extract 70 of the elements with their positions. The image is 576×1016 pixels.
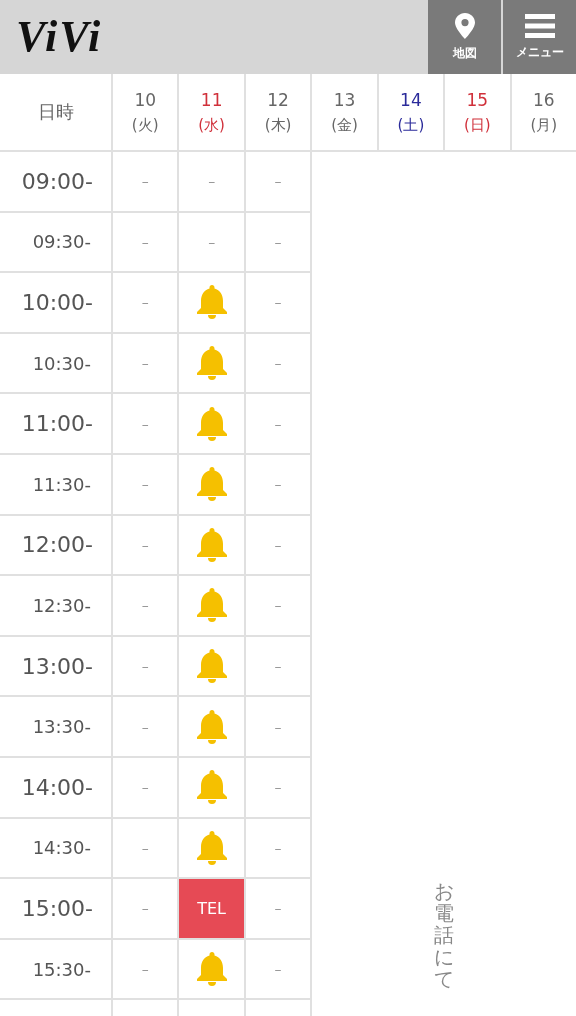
unavailable-mark: – — [274, 476, 282, 493]
unavailable-mark: – — [141, 233, 149, 250]
unavailable-mark: – — [274, 839, 282, 856]
bell-icon[interactable] — [196, 406, 227, 441]
bell-icon[interactable] — [196, 952, 227, 986]
unavailable-mark: – — [141, 415, 149, 432]
unavailable-mark: – — [208, 173, 216, 190]
bell-icon[interactable] — [196, 527, 227, 562]
bell-icon[interactable] — [196, 467, 227, 502]
unavailable-mark: – — [274, 294, 282, 311]
unavailable-mark: – — [274, 900, 282, 917]
unavailable-mark: – — [274, 536, 282, 553]
unavailable-mark: – — [274, 173, 282, 190]
unavailable-mark: – — [141, 536, 149, 553]
unavailable-mark: – — [141, 779, 149, 796]
unavailable-mark: – — [274, 597, 282, 614]
time-cell: 09:30- — [0, 212, 111, 272]
bell-icon[interactable] — [196, 346, 227, 381]
date-header: 13 (金) — [312, 74, 377, 150]
time-cell: 10:00- — [0, 273, 111, 332]
tel-button[interactable]: TEL — [179, 879, 244, 938]
time-cell: 14:30- — [0, 818, 111, 878]
unavailable-mark: – — [274, 415, 282, 432]
bell-icon[interactable] — [196, 830, 227, 865]
unavailable-mark: – — [274, 233, 282, 250]
column-header: 日時 — [0, 74, 111, 150]
unavailable-mark: – — [141, 900, 149, 917]
unavailable-mark: – — [141, 355, 149, 372]
unavailable-mark: – — [141, 961, 149, 977]
time-cell: 12:00- — [0, 515, 111, 575]
map-pin-icon — [454, 12, 475, 39]
bell-icon[interactable] — [196, 285, 227, 320]
time-cell: 15:30- — [0, 939, 111, 999]
date-header: 14 (土) — [378, 74, 444, 150]
date-header: 15 (日) — [445, 74, 510, 150]
time-cell: 14:00- — [0, 757, 111, 817]
menu-icon — [524, 13, 555, 38]
date-header: 16 (月) — [511, 74, 576, 150]
unavailable-mark: – — [208, 233, 216, 250]
time-cell: 15:00- — [0, 879, 111, 938]
menu-button[interactable]: メニュー — [503, 0, 576, 74]
time-cell: 12:30- — [0, 576, 111, 635]
unavailable-mark: – — [141, 718, 149, 735]
unavailable-mark: – — [141, 839, 149, 856]
time-cell: 13:30- — [0, 697, 111, 756]
time-cell: 11:30- — [0, 454, 111, 514]
unavailable-mark: – — [274, 779, 282, 796]
unavailable-mark: – — [141, 173, 149, 190]
time-cell: 13:00- — [0, 636, 111, 696]
bell-icon[interactable] — [196, 588, 227, 623]
unavailable-mark: – — [274, 355, 282, 372]
unavailable-mark: – — [274, 961, 282, 977]
phone-note: お電話にて — [434, 880, 455, 990]
time-cell: 10:30- — [0, 333, 111, 393]
unavailable-mark: – — [274, 658, 282, 675]
unavailable-mark: – — [274, 718, 282, 735]
date-header: 12 (木) — [245, 74, 311, 150]
unavailable-mark: – — [141, 294, 149, 311]
bell-icon[interactable] — [196, 709, 227, 744]
date-header: 10 (火) — [113, 74, 178, 150]
bell-icon[interactable] — [196, 649, 227, 684]
unavailable-mark: – — [141, 476, 149, 493]
unavailable-mark: – — [141, 658, 149, 675]
date-header: 11 (水) — [179, 74, 244, 150]
logo[interactable]: ViVi — [0, 0, 103, 62]
unavailable-mark: – — [141, 597, 149, 614]
bell-icon[interactable] — [196, 770, 227, 805]
time-cell: 09:00- — [0, 152, 111, 211]
time-cell: 11:00- — [0, 394, 111, 453]
map-button[interactable]: 地図 — [428, 0, 501, 74]
